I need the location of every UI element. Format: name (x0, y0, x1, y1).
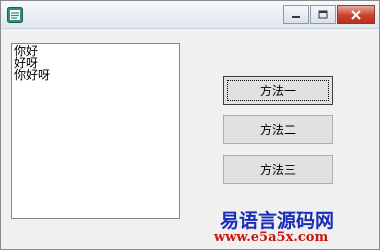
minimize-icon (292, 15, 300, 18)
text-editbox[interactable]: 你好 好呀 你好呀 (11, 43, 180, 219)
app-window-icon (7, 7, 23, 23)
method1-button-label: 方法一 (259, 84, 296, 98)
caption-buttons (283, 5, 375, 24)
maximize-button[interactable] (310, 5, 336, 24)
close-icon (351, 9, 361, 20)
close-button[interactable] (337, 5, 375, 24)
method3-button[interactable]: 方法三 (223, 155, 333, 184)
editbox-line: 你好 (14, 44, 39, 58)
method2-button[interactable]: 方法二 (223, 115, 333, 144)
title-bar[interactable] (1, 1, 379, 29)
method1-button[interactable]: 方法一 (223, 76, 333, 105)
method2-button-label: 方法二 (259, 123, 296, 137)
editbox-line: 你好呀 (14, 68, 51, 82)
watermark-site-name: 易语言源码网 (220, 210, 335, 232)
method3-button-label: 方法三 (259, 163, 296, 177)
watermark-url: www.e5a5x.com (214, 230, 329, 245)
client-area: 你好 好呀 你好呀 方法一 方法二 方法三 易语言源码网 www.e5a5x.c… (1, 30, 379, 249)
minimize-button[interactable] (283, 5, 309, 24)
maximize-icon (318, 10, 328, 19)
main-window: 你好 好呀 你好呀 方法一 方法二 方法三 易语言源码网 www.e5a5x.c… (0, 0, 380, 250)
